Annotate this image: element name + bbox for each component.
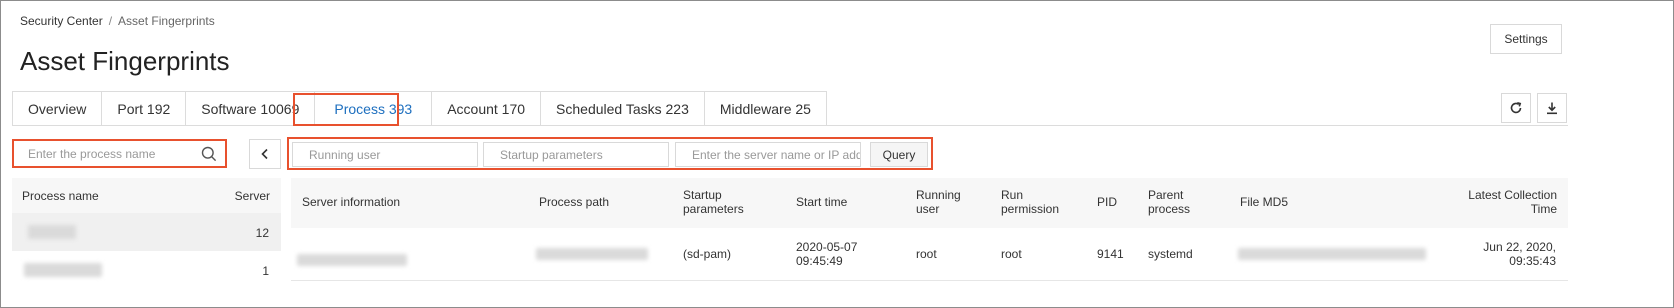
process-table-header: Server information Process path Startup … (291, 178, 1568, 228)
cell-latest-collection-time: Jun 22, 2020, 09:35:43 (1483, 240, 1556, 268)
startup-parameters-input[interactable] (500, 147, 668, 162)
tab-port[interactable]: Port 192 (102, 92, 187, 126)
process-list-item[interactable]: 1 (12, 251, 281, 289)
row-divider (291, 280, 1568, 281)
redacted-file-md5 (1238, 248, 1426, 260)
redacted-server-information (297, 254, 407, 266)
header-server-information: Server information (302, 195, 401, 209)
process-name-input[interactable] (28, 146, 198, 161)
tab-bar: Overview Port 192 Software 10069 Process… (12, 91, 827, 126)
running-user-input[interactable] (309, 147, 477, 162)
filter-bar: Query (287, 137, 933, 170)
breadcrumb-root[interactable]: Security Center (20, 14, 103, 28)
collapse-panel-button[interactable] (249, 139, 281, 169)
redacted-process-path (536, 248, 648, 260)
query-button[interactable]: Query (870, 142, 928, 167)
tab-software[interactable]: Software 10069 (186, 92, 316, 126)
breadcrumb-current: Asset Fingerprints (118, 14, 215, 28)
tab-overview[interactable]: Overview (13, 92, 103, 126)
cell-start-time: 2020-05-07 09:45:49 (796, 240, 858, 268)
download-icon (1547, 102, 1557, 115)
page-title: Asset Fingerprints (20, 46, 230, 76)
cell-startup-parameters: (sd-pam) (683, 247, 732, 261)
header-pid: PID (1097, 195, 1118, 209)
tab-account[interactable]: Account 170 (432, 92, 542, 126)
breadcrumb-separator: / (108, 14, 113, 28)
column-process-name: Process name (22, 189, 99, 203)
header-running-user: Running user (916, 188, 961, 216)
cell-pid: 9141 (1097, 247, 1124, 261)
refresh-icon (1510, 102, 1522, 114)
header-start-time: Start time (796, 195, 848, 209)
redacted-process-name (28, 225, 76, 239)
startup-parameters-field (483, 142, 669, 167)
process-server-count: 12 (255, 226, 269, 240)
refresh-button[interactable] (1501, 93, 1531, 123)
cell-running-user: root (916, 247, 937, 261)
header-file-md5: File MD5 (1240, 195, 1289, 209)
search-icon[interactable] (201, 146, 217, 162)
header-startup-parameters: Startup parameters (683, 188, 744, 216)
cell-parent-process: systemd (1148, 247, 1193, 261)
header-run-permission: Run permission (1001, 188, 1060, 216)
chevron-left-icon (261, 148, 268, 160)
header-parent-process: Parent process (1148, 188, 1191, 216)
server-name-field (675, 142, 861, 167)
header-latest-collection-time: Latest Collection Time (1468, 188, 1557, 216)
redacted-process-name (24, 263, 102, 277)
process-list-item[interactable]: 12 (12, 213, 281, 251)
header-process-path: Process path (539, 195, 610, 209)
download-button[interactable] (1537, 93, 1567, 123)
tab-scheduled-tasks[interactable]: Scheduled Tasks 223 (541, 92, 705, 126)
cell-run-permission: root (1001, 247, 1022, 261)
process-search-box (12, 139, 227, 168)
running-user-field (292, 142, 478, 167)
tabs-divider (12, 125, 1568, 126)
server-name-input[interactable] (692, 147, 860, 162)
breadcrumb: Security Center / Asset Fingerprints (20, 14, 215, 28)
tab-process[interactable]: Process 393 (315, 92, 433, 126)
process-server-count: 1 (262, 264, 269, 278)
tab-middleware[interactable]: Middleware 25 (704, 92, 826, 126)
process-list-header: Process name Server (12, 178, 281, 213)
column-server: Server (234, 189, 270, 203)
settings-button[interactable]: Settings (1490, 24, 1562, 54)
